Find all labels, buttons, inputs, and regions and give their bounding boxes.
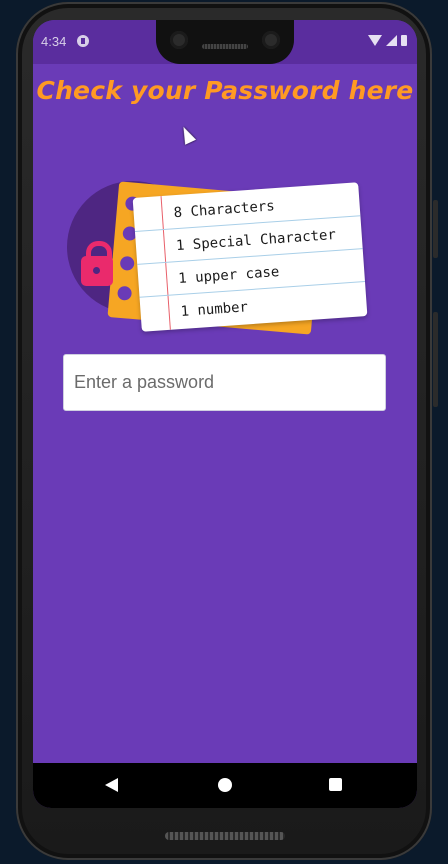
back-icon[interactable] xyxy=(105,778,118,792)
earpiece-speaker xyxy=(202,44,248,49)
bottom-speaker-grill xyxy=(165,832,285,840)
front-camera-icon xyxy=(170,31,188,49)
power-button xyxy=(433,200,438,258)
front-camera-icon xyxy=(262,31,280,49)
requirement-item: 1 Special Character xyxy=(175,226,337,255)
wifi-icon xyxy=(368,35,382,46)
app-screen: 4:34 Check your Password here 8 Characte… xyxy=(33,20,417,808)
padlock-icon xyxy=(81,241,113,286)
card-dot xyxy=(116,285,133,301)
camera-notch xyxy=(156,20,294,64)
battery-icon xyxy=(401,35,407,46)
note-rule-line xyxy=(139,281,366,298)
card-dot xyxy=(119,255,135,271)
password-input[interactable] xyxy=(63,354,386,411)
app-notification-icon xyxy=(77,35,89,47)
note-rule-line xyxy=(137,248,363,265)
password-illustration: 8 Characters 1 Special Character 1 upper… xyxy=(63,178,373,338)
requirements-note: 8 Characters 1 Special Character 1 upper… xyxy=(132,182,368,332)
requirement-item: 8 Characters xyxy=(173,198,276,222)
requirement-item: 1 number xyxy=(180,299,249,320)
status-time: 4:34 xyxy=(41,34,67,49)
recents-icon[interactable] xyxy=(329,778,342,791)
home-icon[interactable] xyxy=(218,778,232,792)
requirement-item: 1 upper case xyxy=(177,264,280,288)
volume-button xyxy=(433,312,438,407)
status-icons xyxy=(368,35,407,46)
navigation-bar xyxy=(33,763,417,808)
signal-icon xyxy=(386,35,397,46)
page-title: Check your Password here xyxy=(36,76,414,105)
